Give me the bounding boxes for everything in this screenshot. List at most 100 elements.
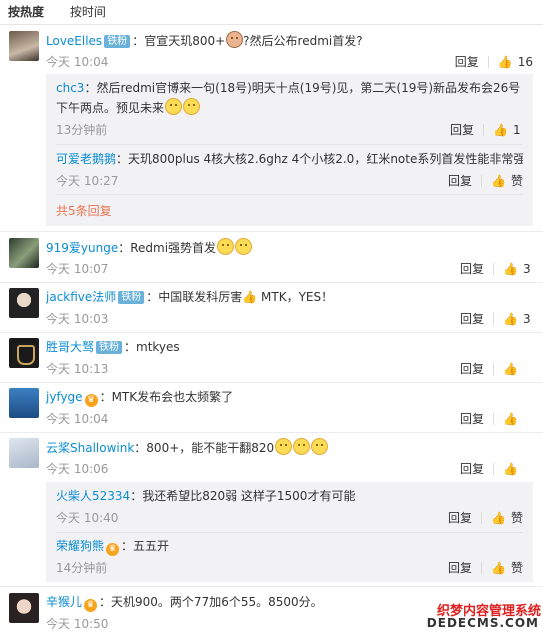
thumbs-up-icon[interactable]: 👍 bbox=[498, 53, 513, 71]
thumbs-up-icon[interactable]: 👍 bbox=[503, 310, 518, 328]
comment-time: 今天 10:03 bbox=[46, 312, 109, 326]
divider bbox=[493, 313, 495, 325]
thumbs-up-icon[interactable]: 👍 bbox=[491, 172, 506, 190]
like-count: 1 bbox=[513, 123, 521, 137]
reply-username[interactable]: 荣耀狗熊 bbox=[56, 539, 104, 553]
divider bbox=[493, 363, 495, 375]
reply-text: ：我还希望比820弱 这样子1500才有可能 bbox=[130, 489, 356, 503]
comment-time: 今天 10:13 bbox=[46, 362, 109, 376]
comment-username[interactable]: LoveElles bbox=[46, 34, 102, 48]
divider bbox=[493, 413, 495, 425]
like-text[interactable]: 赞 bbox=[511, 509, 523, 527]
divider bbox=[56, 194, 523, 195]
reply-text: ：五五开 bbox=[121, 539, 170, 553]
avatar[interactable] bbox=[9, 593, 39, 623]
thumbs-up-icon[interactable]: 👍 bbox=[503, 460, 518, 478]
reply-thread: 火柴人52334：我还希望比820弱 这样子1500才有可能 今天 10:40 … bbox=[46, 482, 533, 582]
reply-button[interactable]: 回复 bbox=[460, 312, 484, 326]
avatar[interactable] bbox=[9, 238, 39, 268]
comment-time: 今天 10:04 bbox=[46, 412, 109, 426]
reply-button[interactable]: 回复 bbox=[450, 123, 474, 137]
reply-button[interactable]: 回复 bbox=[448, 511, 472, 525]
comment-item: jackfive法师 铁粉 ：中国联发科厉害👍 MTK，YES！ 今天 10:03 … bbox=[0, 288, 543, 328]
comment-item: LoveElles 铁粉 ：官宣天玑800+ ?然后公布redmi首发? 今天 10:… bbox=[0, 31, 543, 71]
comment-text: ：mtkyes bbox=[124, 340, 180, 354]
reply-username[interactable]: chc3 bbox=[56, 81, 84, 95]
comment-username[interactable]: 胜哥大驽 bbox=[46, 340, 94, 354]
reply-button[interactable]: 回复 bbox=[460, 462, 484, 476]
like-text[interactable]: 赞 bbox=[511, 172, 523, 190]
avatar[interactable] bbox=[9, 338, 39, 368]
divider bbox=[481, 512, 483, 524]
reply-item: 可爱老鹅鹅：天玑800plus 4核大核2.6ghz 4个小核2.0，红米not… bbox=[56, 150, 523, 190]
comment-username[interactable]: 辛猴儿 bbox=[46, 595, 82, 609]
comment-item: 胜哥大驽 铁粉 ：mtkyes 今天 10:13 回复 👍 bbox=[0, 338, 543, 378]
comment-username[interactable]: 云桨Shallowink bbox=[46, 441, 134, 455]
reply-item: 荣耀狗熊 ♛ ：五五开 14分钟前 回复 👍 赞 bbox=[56, 537, 523, 577]
avatar[interactable] bbox=[9, 388, 39, 418]
divider bbox=[493, 463, 495, 475]
comment-item: jyfyge ♛ ：MTK发布会也太频繁了 今天 10:04 回复 👍 bbox=[0, 388, 543, 428]
vip-crown-icon: ♛ bbox=[106, 543, 120, 556]
comment-text: ：Redmi强势首发 bbox=[118, 241, 217, 255]
comment-text: ：官宣天玑800+ bbox=[132, 34, 226, 48]
watermark-line2: DEDECMS.COM bbox=[426, 616, 539, 630]
emoji-icon bbox=[226, 31, 244, 48]
reply-time: 13分钟前 bbox=[56, 123, 108, 137]
comment-username[interactable]: jyfyge bbox=[46, 390, 83, 404]
reply-button[interactable]: 回复 bbox=[460, 412, 484, 426]
thumbs-up-icon[interactable]: 👍 bbox=[503, 410, 518, 428]
like-text[interactable]: 赞 bbox=[511, 559, 523, 577]
comment-item: 919爱yunge：Redmi强势首发 今天 10:07 回复 👍 3 bbox=[0, 238, 543, 278]
reply-username[interactable]: 可爱老鹅鹅 bbox=[56, 152, 116, 166]
comment-time: 今天 10:04 bbox=[46, 55, 109, 69]
comment-text: ：天机900。两个77加6个55。8500分。 bbox=[99, 595, 323, 609]
divider bbox=[56, 532, 523, 533]
avatar[interactable] bbox=[9, 438, 39, 468]
divider bbox=[483, 124, 485, 136]
reply-button[interactable]: 回复 bbox=[455, 55, 479, 69]
emoji-icon bbox=[165, 98, 183, 115]
comment-time: 今天 10:06 bbox=[46, 462, 109, 476]
divider bbox=[0, 282, 543, 283]
reply-button[interactable]: 回复 bbox=[460, 362, 484, 376]
divider bbox=[0, 382, 543, 383]
emoji-icon bbox=[183, 98, 201, 115]
more-replies-link[interactable]: 共5条回复 bbox=[56, 202, 112, 219]
thumbs-up-icon[interactable]: 👍 bbox=[493, 121, 508, 139]
emoji-icon bbox=[293, 438, 311, 455]
reply-button[interactable]: 回复 bbox=[460, 262, 484, 276]
like-count: 3 bbox=[523, 262, 531, 276]
comment-username[interactable]: jackfive法师 bbox=[46, 290, 116, 304]
reply-text: ：天玑800plus 4核大核2.6ghz 4个小核2.0，红米note系列首发… bbox=[116, 152, 523, 166]
divider bbox=[56, 144, 523, 145]
avatar[interactable] bbox=[9, 31, 39, 61]
like-count: 16 bbox=[517, 55, 533, 69]
reply-button[interactable]: 回复 bbox=[448, 174, 472, 188]
comment-username[interactable]: 919爱yunge bbox=[46, 241, 118, 255]
thumbs-up-icon[interactable]: 👍 bbox=[491, 509, 506, 527]
divider bbox=[0, 432, 543, 433]
emoji-icon bbox=[311, 438, 329, 455]
watermark: 织梦内容管理系统 DEDECMS.COM bbox=[426, 600, 543, 633]
reply-item: chc3：然后redmi官博来一句(18号)明天十点(19号)见，第二天(19号… bbox=[56, 79, 523, 139]
comment-time: 今天 10:07 bbox=[46, 262, 109, 276]
tab-time[interactable]: 按时间 bbox=[70, 5, 106, 19]
tab-hot[interactable]: 按热度 bbox=[8, 5, 44, 19]
divider bbox=[487, 56, 489, 68]
reply-username[interactable]: 火柴人52334 bbox=[56, 489, 130, 503]
thumbs-up-icon[interactable]: 👍 bbox=[503, 360, 518, 378]
thumbs-up-icon[interactable]: 👍 bbox=[503, 260, 518, 278]
fan-badge: 铁粉 bbox=[118, 291, 145, 304]
emoji-icon bbox=[235, 238, 253, 255]
thumbs-up-icon[interactable]: 👍 bbox=[491, 559, 506, 577]
divider bbox=[493, 263, 495, 275]
vip-crown-icon: ♛ bbox=[84, 394, 98, 407]
avatar[interactable] bbox=[9, 288, 39, 318]
reply-button[interactable]: 回复 bbox=[448, 561, 472, 575]
like-count: 3 bbox=[523, 312, 531, 326]
sort-tabs: 按热度 按时间 bbox=[0, 0, 543, 25]
emoji-icon bbox=[217, 238, 235, 255]
divider bbox=[481, 562, 483, 574]
reply-time: 14分钟前 bbox=[56, 561, 108, 575]
